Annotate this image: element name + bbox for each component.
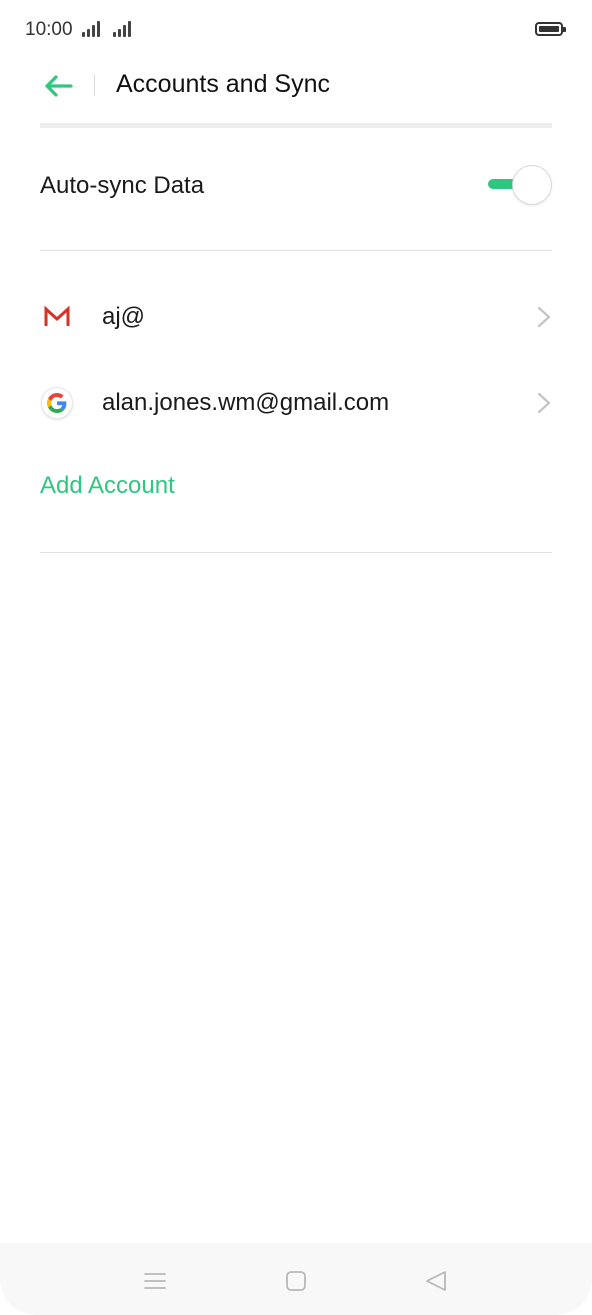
add-account-link[interactable]: Add Account xyxy=(40,472,175,500)
battery-icon xyxy=(535,22,566,36)
auto-sync-toggle[interactable] xyxy=(488,165,552,205)
signal-icon xyxy=(113,21,131,37)
google-icon xyxy=(40,386,74,420)
home-button[interactable] xyxy=(282,1267,310,1295)
chevron-right-icon xyxy=(537,392,551,414)
system-back-button[interactable] xyxy=(422,1267,450,1295)
auto-sync-row: Auto-sync Data xyxy=(40,150,552,222)
section-divider xyxy=(40,250,552,251)
status-bar: 10:00 xyxy=(0,0,592,60)
section-divider xyxy=(40,552,552,553)
recents-button[interactable] xyxy=(141,1267,169,1295)
status-time: 10:00 xyxy=(25,19,73,40)
signal-icon xyxy=(82,21,100,37)
menu-icon xyxy=(144,1273,166,1289)
back-triangle-icon xyxy=(426,1271,446,1291)
account-label: alan.jones.wm@gmail.com xyxy=(102,389,390,416)
header-divider xyxy=(94,74,95,96)
navigation-bar xyxy=(0,1243,592,1315)
account-row-gmail[interactable]: aj@ xyxy=(40,287,552,347)
toggle-knob xyxy=(512,165,552,205)
account-row-google[interactable]: alan.jones.wm@gmail.com xyxy=(40,373,552,433)
auto-sync-label: Auto-sync Data xyxy=(40,172,205,199)
chevron-right-icon xyxy=(537,306,551,328)
arrow-left-icon xyxy=(45,75,73,97)
gmail-icon xyxy=(40,300,74,334)
header-divider-bar xyxy=(40,123,552,128)
back-button[interactable] xyxy=(38,66,78,106)
home-icon xyxy=(286,1271,306,1291)
account-label: aj@ xyxy=(102,303,146,330)
page-title: Accounts and Sync xyxy=(116,70,331,98)
